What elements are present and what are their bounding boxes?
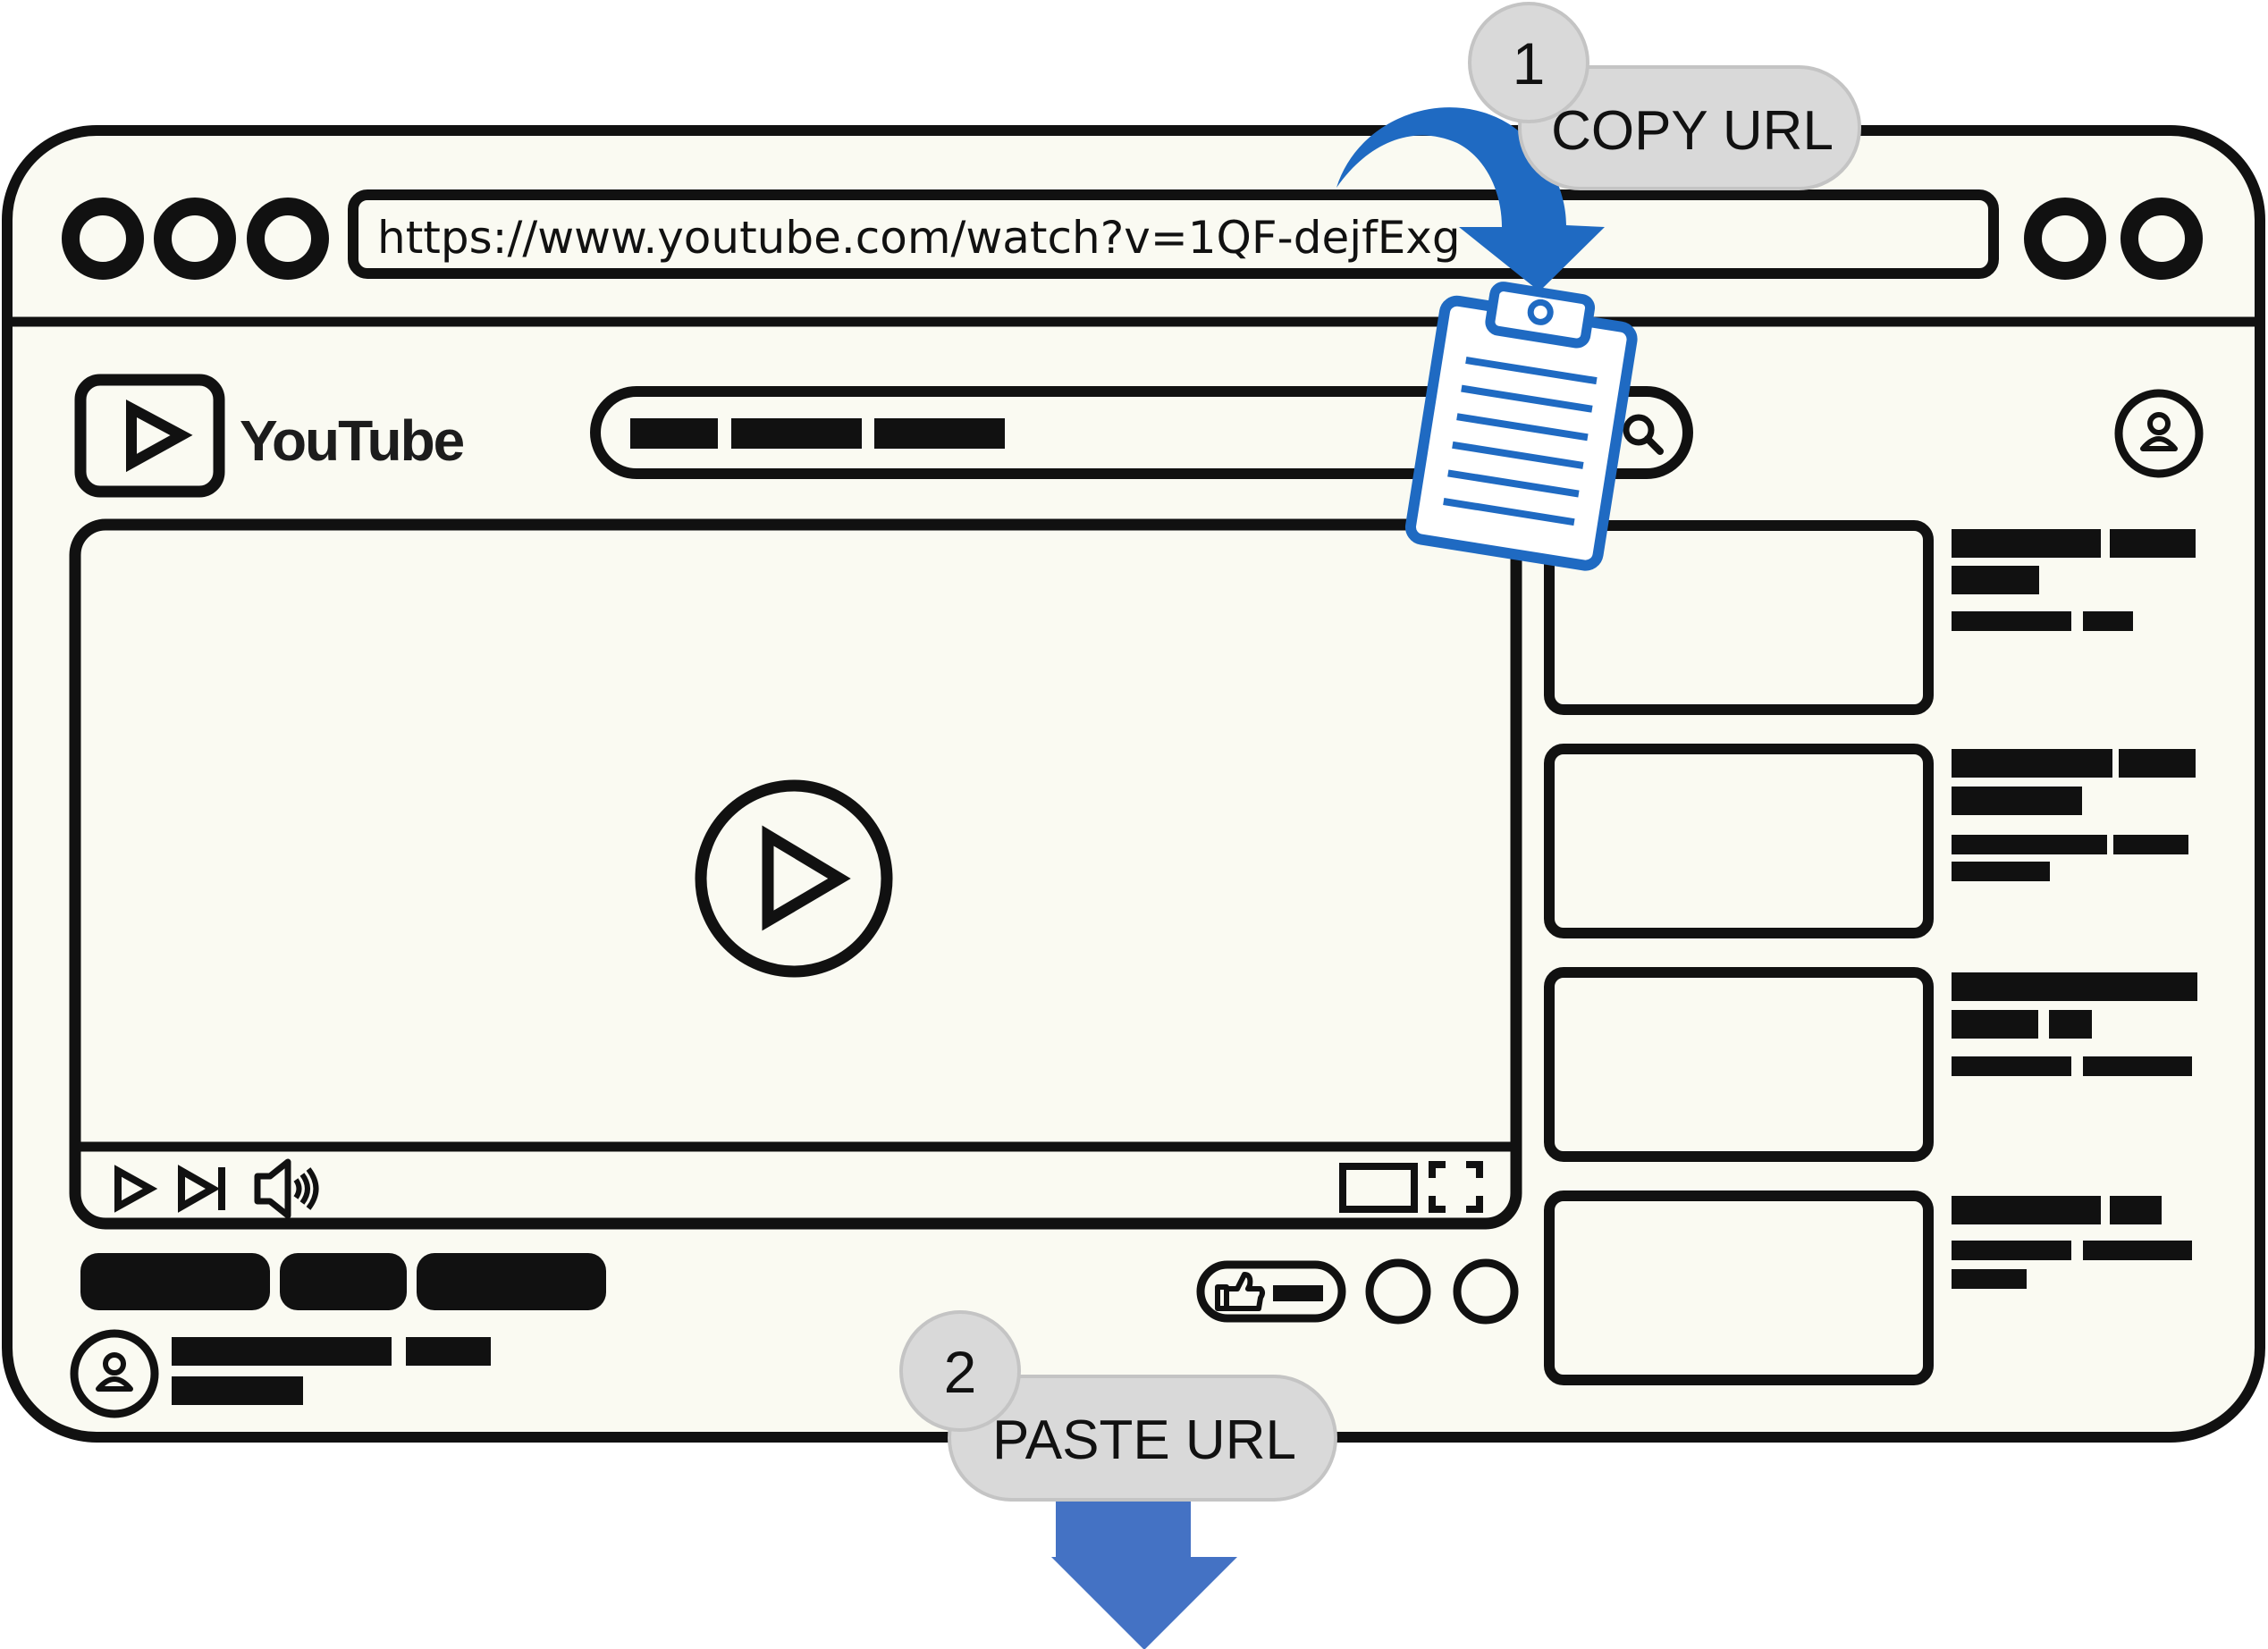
recommended-thumbnail[interactable] (1544, 1190, 1934, 1385)
video-player[interactable] (69, 518, 1522, 1230)
clipboard-icon (1404, 282, 1638, 571)
step-1-label: COPY URL (1551, 100, 1834, 162)
search-placeholder-block (731, 418, 862, 449)
address-bar[interactable]: https://www.youtube.com/watch?v=1QF-dejf… (348, 189, 1999, 279)
window-dot-icon[interactable] (62, 198, 144, 280)
account-icon[interactable] (2114, 389, 2204, 478)
step-2-number: 2 (944, 1339, 977, 1405)
window-dots-left (62, 198, 329, 280)
step-2-label: PASTE URL (992, 1409, 1296, 1471)
recommended-thumbnail[interactable] (1544, 520, 1934, 715)
like-count-placeholder (1273, 1285, 1323, 1301)
search-placeholder-block (630, 418, 718, 449)
search-placeholder-block (874, 418, 1005, 449)
recommended-thumbnail[interactable] (1544, 744, 1934, 938)
window-dot-icon[interactable] (247, 198, 329, 280)
video-title-placeholder (80, 1253, 606, 1310)
big-play-button[interactable] (695, 779, 893, 978)
action-button[interactable] (1365, 1258, 1431, 1325)
youtube-logo-text: YouTube (240, 408, 464, 473)
like-button[interactable] (1196, 1260, 1346, 1323)
window-dot-icon[interactable] (154, 198, 236, 280)
window-dot-icon[interactable] (2120, 198, 2203, 280)
action-button[interactable] (1453, 1258, 1519, 1325)
step-1-number: 1 (1513, 30, 1546, 97)
recommended-thumbnail[interactable] (1544, 967, 1934, 1162)
address-bar-url: https://www.youtube.com/watch?v=1QF-dejf… (377, 212, 1461, 264)
down-arrow-icon (1051, 1484, 1237, 1649)
window-dot-icon[interactable] (2024, 198, 2106, 280)
channel-avatar[interactable] (70, 1329, 159, 1418)
